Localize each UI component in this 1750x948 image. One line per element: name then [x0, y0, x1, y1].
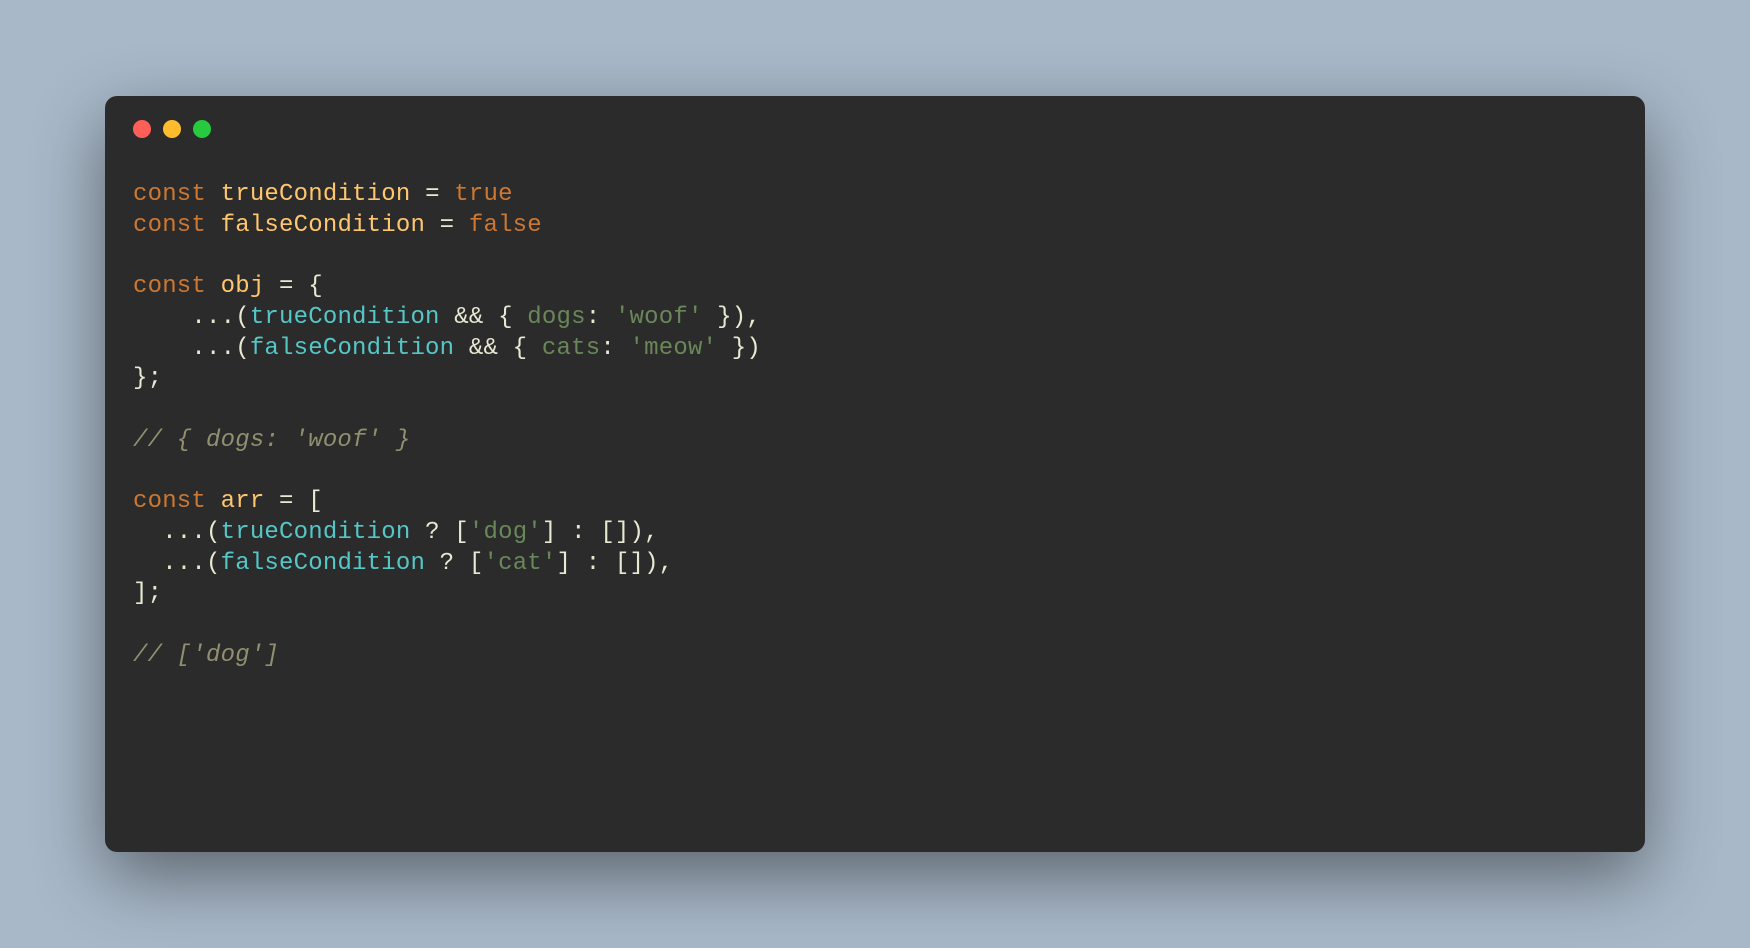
identifier: falseCondition: [250, 335, 454, 362]
punctuation: ] : []),: [557, 550, 674, 577]
comment: // { dogs: 'woof' }: [133, 427, 410, 454]
punctuation: ...(: [133, 519, 221, 546]
operator-equals: =: [410, 181, 454, 208]
punctuation: = {: [264, 273, 322, 300]
title-bar: [105, 96, 1645, 138]
operator-and: && {: [454, 335, 542, 362]
comment: // ['dog']: [133, 642, 279, 669]
maximize-icon[interactable]: [193, 120, 211, 138]
punctuation: ...(: [133, 550, 221, 577]
identifier: trueCondition: [221, 519, 411, 546]
identifier: falseCondition: [221, 550, 425, 577]
keyword-const: const: [133, 181, 206, 208]
punctuation: :: [600, 335, 629, 362]
keyword-const: const: [133, 212, 206, 239]
close-icon[interactable]: [133, 120, 151, 138]
punctuation: ] : []),: [542, 519, 659, 546]
operator-and: && {: [440, 304, 528, 331]
variable-name: falseCondition: [221, 212, 425, 239]
operator-ternary: ? [: [410, 519, 468, 546]
punctuation: = [: [264, 488, 322, 515]
keyword-const: const: [133, 488, 206, 515]
code-window: const trueCondition = true const falseCo…: [105, 96, 1645, 852]
string-literal: 'meow': [630, 335, 718, 362]
variable-name: obj: [221, 273, 265, 300]
punctuation: ];: [133, 580, 162, 607]
minimize-icon[interactable]: [163, 120, 181, 138]
code-block: const trueCondition = true const falseCo…: [105, 138, 1645, 700]
punctuation: ...(: [133, 304, 250, 331]
punctuation: :: [586, 304, 615, 331]
literal-false: false: [469, 212, 542, 239]
operator-ternary: ? [: [425, 550, 483, 577]
literal-true: true: [454, 181, 512, 208]
string-literal: 'woof': [615, 304, 703, 331]
string-literal: 'dog': [469, 519, 542, 546]
variable-name: arr: [221, 488, 265, 515]
property-name: dogs: [527, 304, 585, 331]
punctuation: }),: [703, 304, 761, 331]
variable-name: trueCondition: [221, 181, 411, 208]
operator-equals: =: [425, 212, 469, 239]
identifier: trueCondition: [250, 304, 440, 331]
keyword-const: const: [133, 273, 206, 300]
string-literal: 'cat': [483, 550, 556, 577]
punctuation: }): [717, 335, 761, 362]
punctuation: ...(: [133, 335, 250, 362]
property-name: cats: [542, 335, 600, 362]
punctuation: };: [133, 365, 162, 392]
